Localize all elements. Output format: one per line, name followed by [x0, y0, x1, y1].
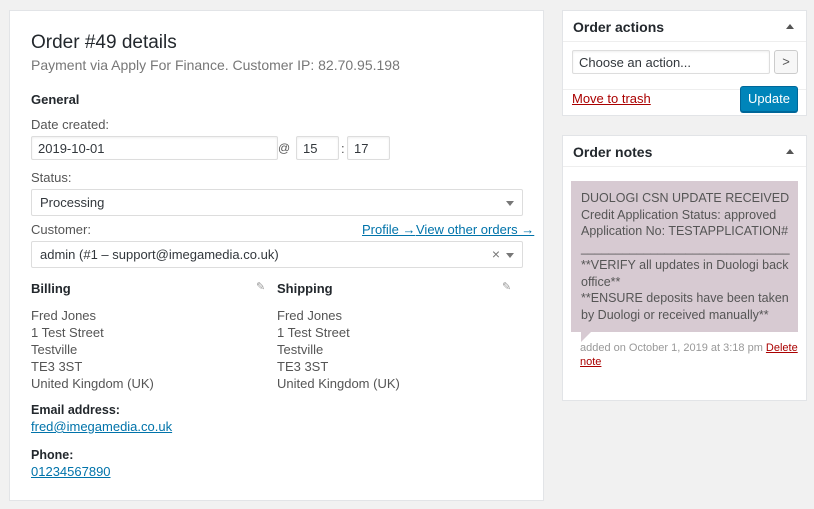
note-date: added on October 1, 2019 at 3:18 pm — [580, 342, 763, 354]
at-symbol: @ — [278, 141, 291, 155]
pencil-icon[interactable]: ✎ — [502, 280, 511, 293]
triangle-down-icon — [506, 201, 514, 206]
phone-label: Phone: — [31, 448, 74, 462]
shipping-address-line: Fred Jones — [277, 308, 343, 323]
apply-action-button[interactable]: > — [774, 50, 798, 74]
note-line: DUOLOGI CSN UPDATE RECEIVED — [581, 191, 790, 205]
shipping-address-line: TE3 3ST — [277, 359, 329, 374]
shipping-address-line: 1 Test Street — [277, 325, 350, 340]
order-note: DUOLOGI CSN UPDATE RECEIVED Credit Appli… — [571, 181, 798, 332]
minute-input[interactable]: 17 — [347, 136, 390, 160]
hour-input[interactable]: 15 — [296, 136, 339, 160]
customer-label: Customer: — [31, 222, 91, 237]
note-meta: added on October 1, 2019 at 3:18 pm Dele… — [580, 341, 800, 369]
profile-link[interactable]: Profile → — [362, 222, 415, 237]
billing-address-line: TE3 3ST — [31, 359, 83, 374]
page-title: Order #49 details — [31, 32, 177, 53]
shipping-heading: Shipping — [277, 281, 333, 296]
shipping-address-line: United Kingdom (UK) — [277, 376, 400, 391]
triangle-up-icon[interactable] — [786, 24, 794, 29]
note-line: **ENSURE deposits have been taken — [581, 291, 789, 306]
note-line: office** — [581, 274, 621, 289]
note-line: Application No: TESTAPPLICATION# — [581, 224, 789, 239]
email-link[interactable]: fred@imegamedia.co.uk — [31, 419, 172, 434]
triangle-down-icon — [506, 253, 514, 258]
billing-address-line: Fred Jones — [31, 308, 97, 323]
date-created-label: Date created: — [31, 117, 110, 132]
billing-address-line: Testville — [31, 342, 78, 357]
update-button[interactable]: Update — [740, 86, 798, 112]
order-notes-heading[interactable]: Order notes — [563, 136, 806, 167]
status-select[interactable]: Processing — [31, 189, 523, 216]
general-heading: General — [31, 92, 80, 107]
billing-address-line: 1 Test Street — [31, 325, 104, 340]
shipping-address-line: Testville — [277, 342, 324, 357]
status-value: Processing — [40, 195, 105, 210]
email-label: Email address: — [31, 403, 120, 417]
triangle-up-icon[interactable] — [786, 149, 794, 154]
customer-value: admin (#1 – support@imegamedia.co.uk) — [40, 247, 279, 262]
note-line: Credit Application Status: approved — [581, 207, 777, 222]
order-notes-title: Order notes — [573, 144, 653, 160]
phone-link[interactable]: 01234567890 — [31, 464, 111, 479]
order-actions-title: Order actions — [573, 19, 665, 35]
billing-address-line: United Kingdom (UK) — [31, 376, 154, 391]
billing-heading: Billing — [31, 281, 71, 296]
shipping-address: Fred Jones 1 Test Street Testville TE3 3… — [277, 307, 400, 392]
order-actions-box: Order actions Choose an action... > Move… — [562, 10, 807, 116]
note-line: by Duologi or received manually** — [581, 307, 769, 322]
note-line: **VERIFY all updates in Duologi back — [581, 257, 789, 272]
pencil-icon[interactable]: ✎ — [256, 280, 265, 293]
billing-address: Fred Jones 1 Test Street Testville TE3 3… — [31, 307, 154, 392]
status-label: Status: — [31, 170, 72, 185]
order-actions-heading[interactable]: Order actions — [563, 11, 806, 42]
delete-note-link[interactable]: Delete — [766, 342, 798, 354]
order-action-select[interactable]: Choose an action... — [572, 50, 770, 74]
move-to-trash-link[interactable]: Move to trash — [572, 91, 651, 106]
delete-note-link-continued[interactable]: note — [580, 356, 601, 368]
order-notes-box: Order notes DUOLOGI CSN UPDATE RECEIVED … — [562, 135, 807, 401]
date-created-input[interactable]: 2019-10-01 — [31, 136, 278, 160]
clear-icon[interactable]: × — [492, 247, 500, 261]
time-colon: : — [341, 141, 345, 156]
order-data-panel: Order #49 details Payment via Apply For … — [9, 10, 544, 501]
order-subtitle: Payment via Apply For Finance. Customer … — [31, 57, 400, 73]
view-other-orders-link[interactable]: View other orders → — [416, 222, 534, 237]
customer-select[interactable]: admin (#1 – support@imegamedia.co.uk) × — [31, 241, 523, 268]
note-divider-line: ______________________________ — [581, 241, 790, 256]
